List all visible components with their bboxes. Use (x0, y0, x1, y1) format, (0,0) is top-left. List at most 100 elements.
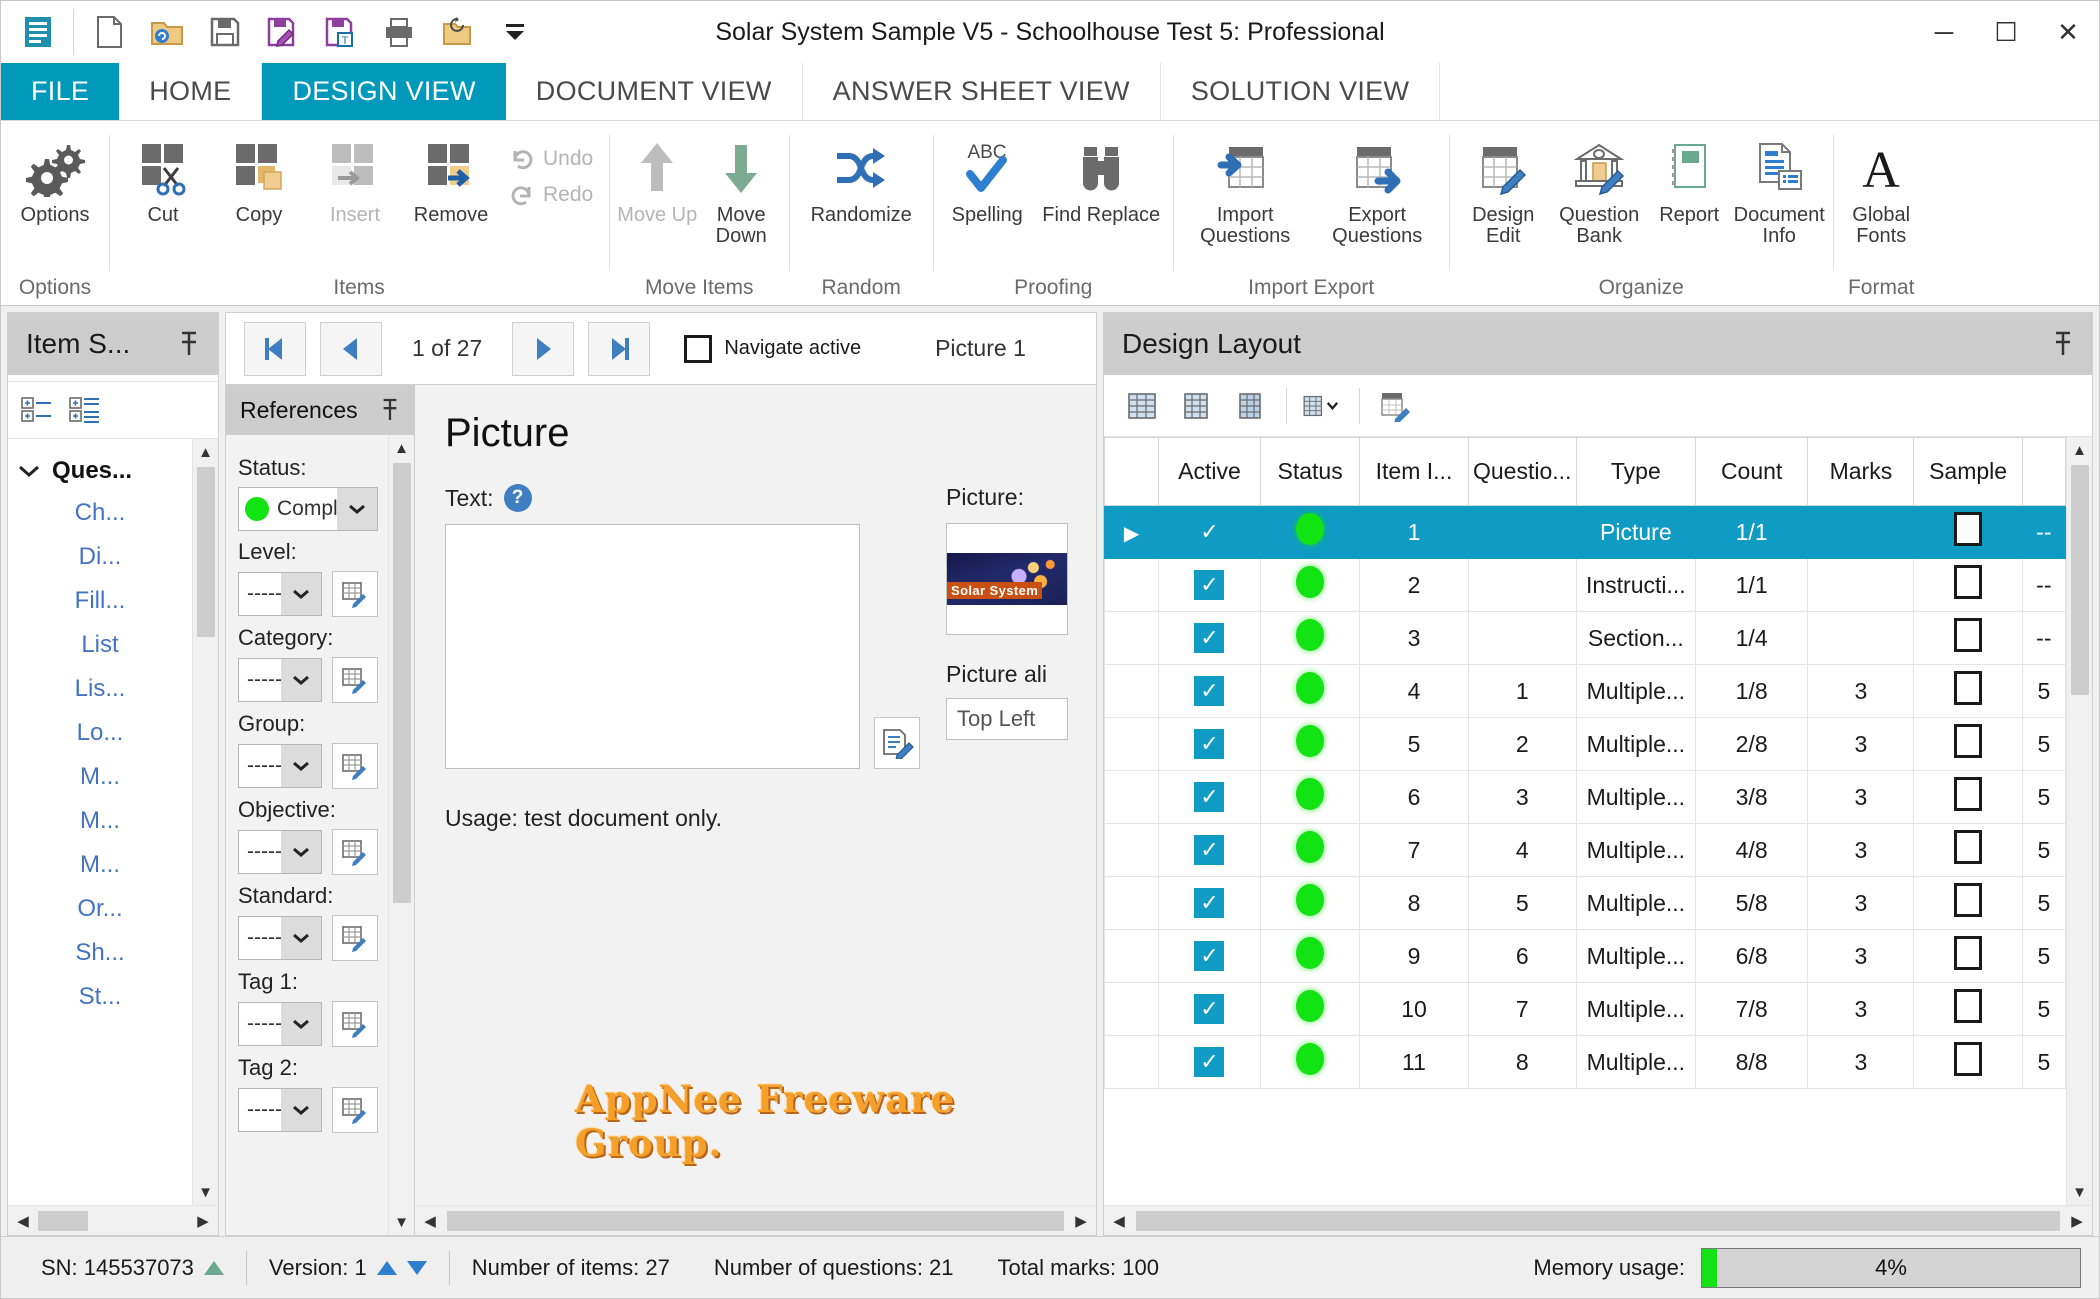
count-cell[interactable]: 8/8 (1694, 1035, 1809, 1089)
app-menu-icon[interactable] (9, 3, 67, 61)
checkbox-checked-icon[interactable]: ✓ (1194, 888, 1225, 918)
table-row[interactable]: ✓ 5 2 Multiple... 2/8 3 5 (1104, 717, 2066, 771)
new-document-icon[interactable] (80, 3, 138, 61)
item-id-cell[interactable]: 5 (1359, 717, 1469, 771)
save-edit-icon[interactable] (254, 3, 312, 61)
standard-edit-button[interactable] (332, 915, 378, 961)
marks-cell[interactable] (1807, 505, 1915, 559)
checkbox-unchecked-icon[interactable] (1954, 671, 1983, 705)
tab-home[interactable]: HOME (119, 63, 263, 120)
column-header-active[interactable]: Active (1158, 437, 1261, 506)
table-row[interactable]: ✓ 11 8 Multiple... 8/8 3 5 (1104, 1035, 2066, 1089)
previous-item-button[interactable] (320, 321, 382, 376)
count-cell[interactable]: 1/1 (1694, 558, 1809, 612)
extra-cell[interactable]: 5 (2021, 717, 2066, 771)
checkbox-unchecked-icon[interactable] (1954, 512, 1983, 546)
active-cell[interactable]: ✓ (1158, 611, 1261, 665)
checkbox-unchecked-icon[interactable] (1954, 777, 1983, 811)
picture-align-value[interactable]: Top Left (946, 698, 1068, 740)
grid-vertical-scrollbar[interactable]: ▲ ▼ (2066, 437, 2092, 1205)
item-selector-item-3[interactable]: List (8, 623, 192, 667)
question-no-cell[interactable] (1467, 611, 1577, 665)
question-no-cell[interactable]: 8 (1467, 1035, 1577, 1089)
checkbox-checked-icon[interactable]: ✓ (1194, 676, 1225, 706)
type-cell[interactable]: Instructi... (1575, 558, 1696, 612)
checkbox-checked-icon[interactable]: ✓ (1194, 623, 1225, 653)
category-combobox[interactable]: ------ (238, 658, 322, 702)
marks-cell[interactable]: 3 (1807, 982, 1915, 1036)
scroll-thumb[interactable] (392, 463, 411, 903)
tab-answer-sheet-view[interactable]: ANSWER SHEET VIEW (803, 63, 1161, 120)
checkbox-unchecked-icon[interactable] (1954, 883, 1983, 917)
active-cell[interactable]: ✓ (1158, 982, 1261, 1036)
tag2-edit-button[interactable] (332, 1087, 378, 1133)
checkbox-unchecked-icon[interactable] (1954, 989, 1983, 1023)
objective-combobox[interactable]: ------ (238, 830, 322, 874)
scroll-left-icon[interactable]: ◀ (1104, 1212, 1134, 1230)
row-marker-cell[interactable] (1104, 1035, 1160, 1089)
active-cell[interactable]: ✓ (1158, 1035, 1261, 1089)
options-button[interactable]: Options (7, 129, 103, 247)
standard-combobox[interactable]: ------ (238, 916, 322, 960)
type-cell[interactable]: Picture (1575, 505, 1696, 559)
column-header-marks[interactable]: Marks (1807, 437, 1915, 506)
maximize-button[interactable]: ☐ (1975, 1, 2037, 63)
sample-cell[interactable] (1913, 611, 2023, 665)
checkbox-unchecked-icon[interactable] (1954, 618, 1983, 652)
count-cell[interactable]: 6/8 (1694, 929, 1809, 983)
column-header-count[interactable]: Count (1694, 437, 1809, 506)
item-selector-item-5[interactable]: Lo... (8, 711, 192, 755)
column-header-extra[interactable] (2021, 437, 2066, 506)
item-selector-item-8[interactable]: M... (8, 843, 192, 887)
recent-folder-icon[interactable] (428, 3, 486, 61)
scroll-down-icon[interactable]: ▼ (2072, 1179, 2087, 1205)
checkbox-checked-icon[interactable]: ✓ (1194, 570, 1225, 600)
count-cell[interactable]: 1/4 (1694, 611, 1809, 665)
chevron-down-icon[interactable] (281, 659, 321, 701)
item-selector-item-0[interactable]: Ch... (8, 491, 192, 535)
design-edit-button[interactable]: Design Edit (1455, 129, 1551, 247)
item-id-cell[interactable]: 6 (1359, 770, 1469, 824)
serial-up-icon[interactable] (203, 1260, 224, 1275)
item-selector-item-6[interactable]: M... (8, 755, 192, 799)
active-cell[interactable]: ✓ (1158, 929, 1261, 983)
row-marker-cell[interactable] (1104, 664, 1160, 718)
sample-cell[interactable] (1913, 770, 2023, 824)
type-cell[interactable]: Multiple... (1575, 823, 1696, 877)
table-row[interactable]: ▶ ✓ 1 Picture 1/1 -- (1104, 505, 2066, 559)
question-no-cell[interactable]: 2 (1467, 717, 1577, 771)
randomize-button[interactable]: Randomize (795, 129, 927, 247)
marks-cell[interactable]: 3 (1807, 664, 1915, 718)
count-cell[interactable]: 1/8 (1694, 664, 1809, 718)
checkbox-unchecked-icon[interactable] (1954, 565, 1983, 599)
checkbox-checked-icon[interactable]: ✓ (1194, 994, 1225, 1024)
extra-cell[interactable]: 5 (2021, 982, 2066, 1036)
row-marker-cell[interactable] (1104, 982, 1160, 1036)
active-cell[interactable]: ✓ (1158, 823, 1261, 877)
objective-edit-button[interactable] (332, 829, 378, 875)
count-cell[interactable]: 4/8 (1694, 823, 1809, 877)
close-button[interactable]: ✕ (2037, 1, 2099, 63)
remove-button[interactable]: Remove (403, 129, 499, 247)
scroll-right-icon[interactable]: ▶ (188, 1212, 218, 1230)
sample-cell[interactable] (1913, 664, 2023, 718)
expand-collapse-detail-icon[interactable] (68, 395, 102, 425)
save-template-icon[interactable]: T (312, 3, 370, 61)
table-row[interactable]: ✓ 10 7 Multiple... 7/8 3 5 (1104, 982, 2066, 1036)
column-header-item-id[interactable]: Item I... (1359, 437, 1469, 506)
scroll-thumb-h[interactable] (38, 1210, 88, 1231)
print-icon[interactable] (370, 3, 428, 61)
table-row[interactable]: ✓ 9 6 Multiple... 6/8 3 5 (1104, 929, 2066, 983)
checkbox-checked-icon[interactable]: ✓ (1194, 1047, 1225, 1077)
next-item-button[interactable] (512, 321, 575, 376)
marks-cell[interactable]: 3 (1807, 823, 1915, 877)
global-fonts-button[interactable]: A Global Fonts (1839, 129, 1923, 247)
question-bank-button[interactable]: Question Bank (1551, 129, 1647, 247)
table-row[interactable]: ✓ 8 5 Multiple... 5/8 3 5 (1104, 876, 2066, 930)
count-cell[interactable]: 1/1 (1694, 505, 1809, 559)
chevron-down-icon[interactable] (281, 1003, 321, 1045)
active-cell[interactable]: ✓ (1158, 876, 1261, 930)
extra-cell[interactable]: 5 (2021, 929, 2066, 983)
last-item-button[interactable] (588, 321, 651, 376)
scroll-thumb-h[interactable] (447, 1210, 1064, 1231)
